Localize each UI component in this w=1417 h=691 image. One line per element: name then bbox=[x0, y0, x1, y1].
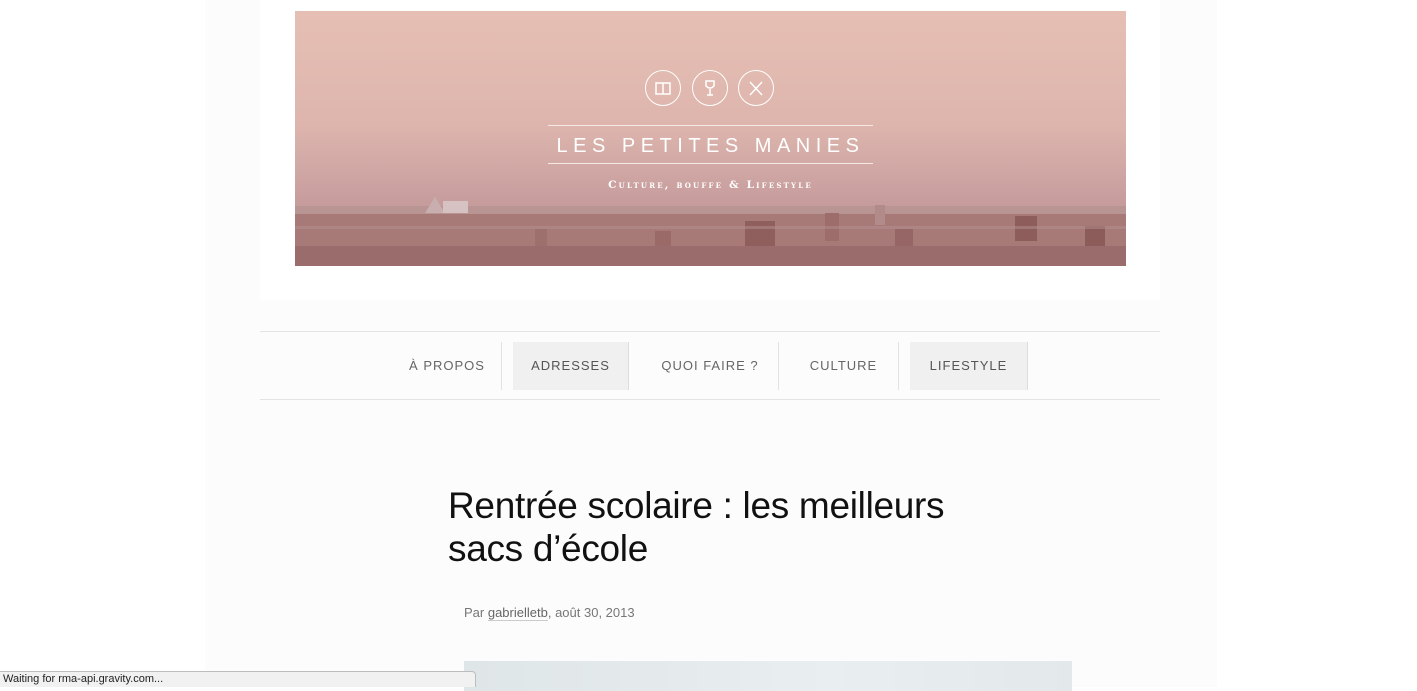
post-date: , août 30, 2013 bbox=[547, 605, 635, 620]
nav-separator bbox=[898, 342, 899, 390]
book-icon bbox=[645, 70, 681, 106]
nav-item-adresses[interactable]: ADRESSES bbox=[513, 342, 629, 390]
post-byline: Par gabrielletb, août 30, 2013 bbox=[464, 605, 635, 621]
nav-item-lifestyle[interactable]: LIFESTYLE bbox=[910, 342, 1028, 390]
wine-glass-icon bbox=[692, 70, 728, 106]
author-link[interactable]: gabrielletb bbox=[487, 605, 548, 621]
site-title[interactable]: LES PETITES MANIES bbox=[548, 135, 873, 158]
nav-item-quoi-faire[interactable]: QUOI FAIRE ? bbox=[645, 342, 775, 390]
emblem-group bbox=[645, 70, 776, 108]
city-skyline-image bbox=[295, 197, 1126, 266]
nav-separator bbox=[501, 342, 502, 390]
nav-separator bbox=[778, 342, 779, 390]
header-banner[interactable]: LES PETITES MANIES Culture, bouffe & Lif… bbox=[295, 11, 1126, 266]
post-title[interactable]: Rentrée scolaire : les meilleurs sacs d’… bbox=[448, 484, 968, 570]
title-rule-bottom bbox=[548, 163, 873, 164]
title-rule-top bbox=[548, 125, 873, 126]
byline-prefix: Par bbox=[464, 605, 488, 620]
browser-status-bar: Waiting for rma-api.gravity.com... bbox=[0, 671, 476, 687]
site-tagline: Culture, bouffe & Lifestyle bbox=[608, 179, 813, 191]
nav-item-a-propos[interactable]: À PROPOS bbox=[397, 342, 497, 390]
nav-item-culture[interactable]: CULTURE bbox=[790, 342, 897, 390]
utensils-icon bbox=[738, 70, 774, 106]
main-navigation: À PROPOS ADRESSES QUOI FAIRE ? CULTURE L… bbox=[260, 331, 1160, 400]
